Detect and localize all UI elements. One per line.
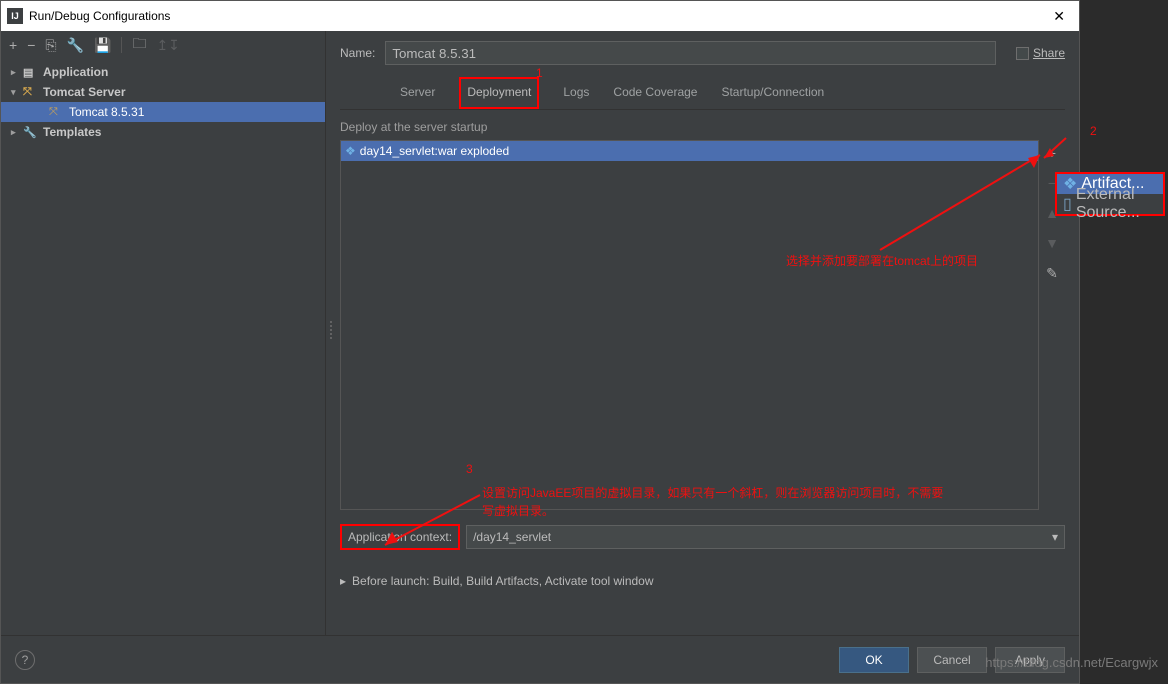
- main-split: + − ⎘ 🔧 💾 🗀 ↥↧ ▸ ▤ Application: [1, 31, 1079, 635]
- share-label: Share: [1033, 46, 1065, 60]
- sort-button[interactable]: ↥↧: [156, 37, 179, 54]
- config-tree[interactable]: ▸ ▤ Application ▾ Tomcat Server Tomcat 8…: [1, 59, 325, 635]
- edit-deploy-button[interactable]: ✎: [1043, 264, 1061, 282]
- name-row: Name: Share: [340, 41, 1065, 65]
- copy-config-button[interactable]: ⎘: [45, 37, 56, 54]
- splitter-grip[interactable]: [328, 321, 334, 351]
- tree-node-templates[interactable]: ▸ 🔧 Templates: [1, 122, 325, 142]
- save-config-button[interactable]: 💾: [94, 37, 111, 54]
- deploy-artifact-item[interactable]: ❖ day14_servlet:war exploded: [341, 141, 1038, 161]
- edit-config-button[interactable]: 🔧: [67, 37, 84, 54]
- expand-arrow-icon: ▸: [340, 574, 346, 588]
- config-editor-pane: Name: Share Server Deployment Logs Code …: [326, 31, 1079, 635]
- tab-server[interactable]: Server: [400, 79, 435, 109]
- dialog-body: + − ⎘ 🔧 💾 🗀 ↥↧ ▸ ▤ Application: [1, 31, 1079, 683]
- annotation-number-2: 2: [1090, 124, 1097, 138]
- application-context-select[interactable]: /day14_servlet ▾: [466, 525, 1065, 549]
- folder-button[interactable]: 🗀: [132, 33, 146, 57]
- share-checkbox[interactable]: [1016, 47, 1029, 60]
- popup-label: External Source...: [1076, 186, 1157, 222]
- tab-deployment[interactable]: Deployment: [459, 77, 539, 109]
- deploy-list[interactable]: ❖ day14_servlet:war exploded: [340, 140, 1039, 510]
- configurations-sidebar: + − ⎘ 🔧 💾 🗀 ↥↧ ▸ ▤ Application: [1, 31, 326, 635]
- add-deploy-button[interactable]: +: [1043, 144, 1061, 162]
- tab-code-coverage[interactable]: Code Coverage: [613, 79, 697, 109]
- tree-label: Application: [43, 65, 108, 79]
- tree-item-tomcat-8531[interactable]: Tomcat 8.5.31: [1, 102, 325, 122]
- add-config-button[interactable]: +: [9, 37, 17, 53]
- dialog-window: IJ Run/Debug Configurations ✕ + − ⎘ 🔧 💾 …: [0, 0, 1080, 684]
- popup-item-external-source[interactable]: ▯ External Source...: [1057, 194, 1163, 214]
- application-context-label: Application context:: [340, 524, 460, 550]
- cancel-button[interactable]: Cancel: [917, 647, 987, 673]
- deploy-area: ❖ day14_servlet:war exploded + − ▲ ▼ ✎: [340, 140, 1065, 510]
- move-down-button[interactable]: ▼: [1043, 234, 1061, 252]
- remove-config-button[interactable]: −: [27, 37, 35, 53]
- tree-label: Templates: [43, 125, 101, 139]
- window-title: Run/Debug Configurations: [29, 9, 1045, 23]
- context-value: /day14_servlet: [473, 530, 551, 544]
- deploy-section-label: Deploy at the server startup: [340, 120, 1065, 134]
- watermark: https://blog.csdn.net/Ecargwjx: [985, 655, 1158, 670]
- expand-icon: ▸: [11, 67, 23, 78]
- tab-logs[interactable]: Logs: [563, 79, 589, 109]
- tree-label: Tomcat 8.5.31: [69, 105, 144, 119]
- ok-button[interactable]: OK: [839, 647, 909, 673]
- tab-startup-connection[interactable]: Startup/Connection: [721, 79, 824, 109]
- title-bar: IJ Run/Debug Configurations ✕: [1, 1, 1079, 31]
- artifact-icon: ❖: [345, 144, 356, 158]
- before-launch-label: Before launch: Build, Build Artifacts, A…: [352, 574, 654, 588]
- dialog-footer: ? OK Cancel Apply: [1, 635, 1079, 683]
- help-button[interactable]: ?: [15, 650, 35, 670]
- before-launch-section[interactable]: ▸ Before launch: Build, Build Artifacts,…: [340, 574, 1065, 588]
- toolbar-divider: [121, 37, 122, 53]
- application-icon: ▤: [23, 66, 39, 79]
- expand-icon: ▸: [11, 127, 23, 138]
- tree-node-application[interactable]: ▸ ▤ Application: [1, 62, 325, 82]
- collapse-icon: ▾: [11, 87, 23, 98]
- share-option[interactable]: Share: [1016, 46, 1065, 60]
- add-artifact-popup: ❖ Artifact... ▯ External Source...: [1055, 172, 1165, 216]
- tree-node-tomcat-server[interactable]: ▾ Tomcat Server: [1, 82, 325, 102]
- name-label: Name:: [340, 46, 375, 60]
- templates-icon: 🔧: [23, 126, 39, 139]
- window-close-button[interactable]: ✕: [1045, 8, 1073, 25]
- application-context-row: Application context: /day14_servlet ▾: [340, 524, 1065, 550]
- chevron-down-icon: ▾: [1052, 530, 1058, 544]
- tab-bar: Server Deployment Logs Code Coverage Sta…: [340, 79, 1065, 110]
- external-source-icon: ▯: [1063, 194, 1072, 214]
- tomcat-icon: [49, 106, 65, 119]
- tree-label: Tomcat Server: [43, 85, 125, 99]
- name-input[interactable]: [385, 41, 996, 65]
- artifact-label: day14_servlet:war exploded: [360, 144, 509, 158]
- app-logo-icon: IJ: [7, 8, 23, 24]
- sidebar-toolbar: + − ⎘ 🔧 💾 🗀 ↥↧: [1, 31, 325, 59]
- tomcat-icon: [23, 86, 39, 99]
